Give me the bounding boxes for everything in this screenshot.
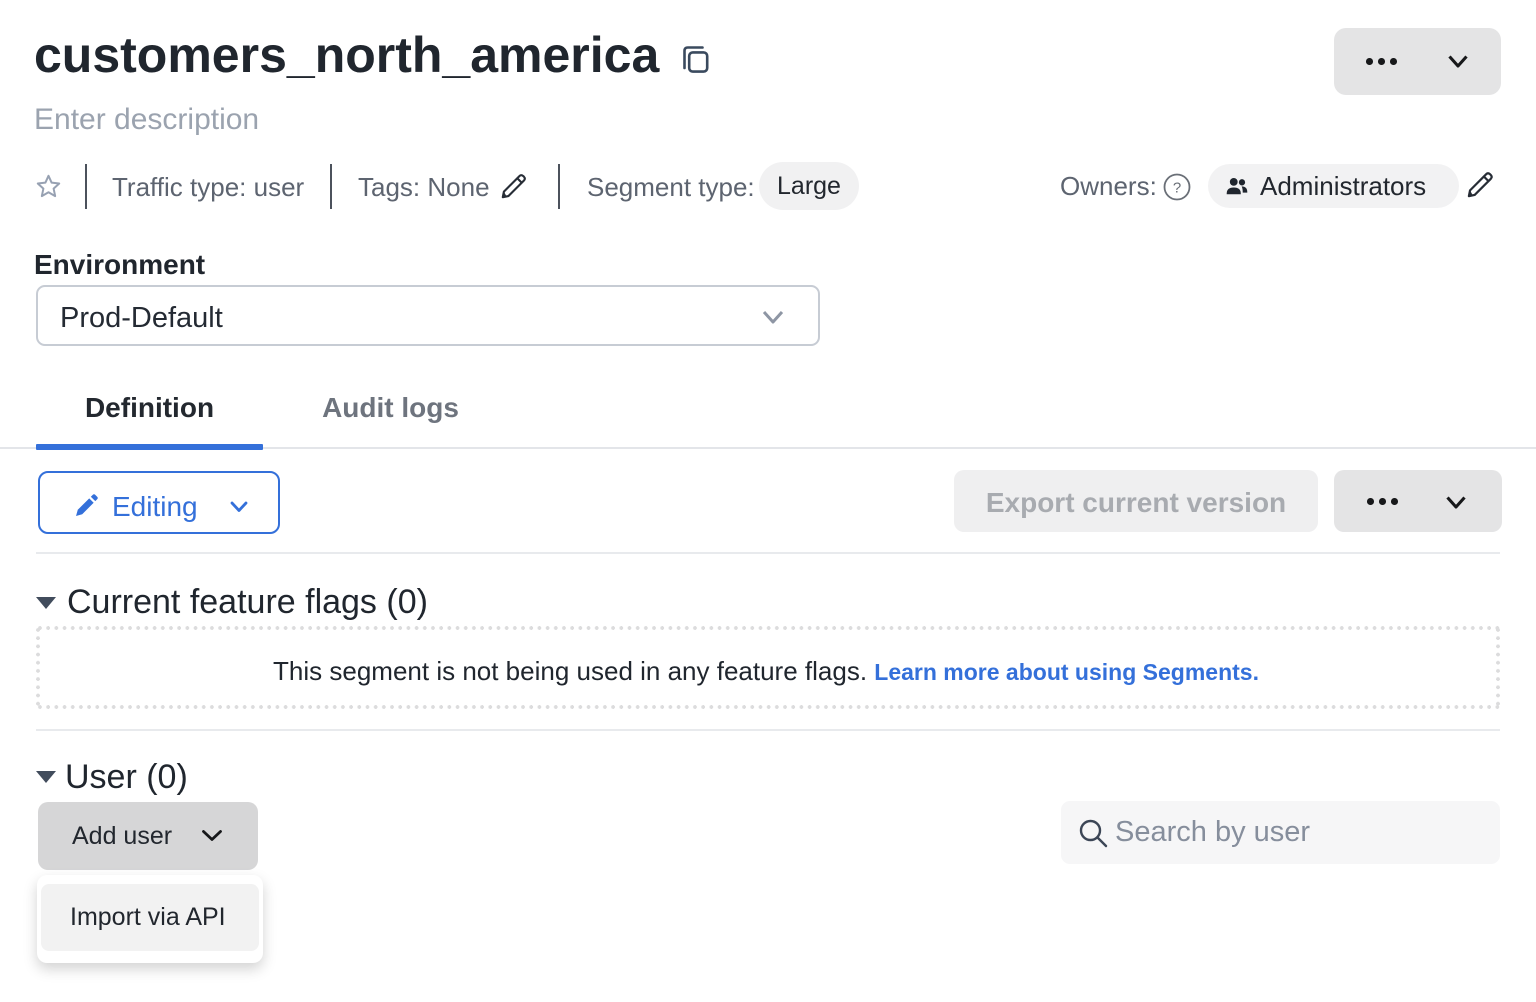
svg-text:?: ? <box>1173 180 1181 197</box>
